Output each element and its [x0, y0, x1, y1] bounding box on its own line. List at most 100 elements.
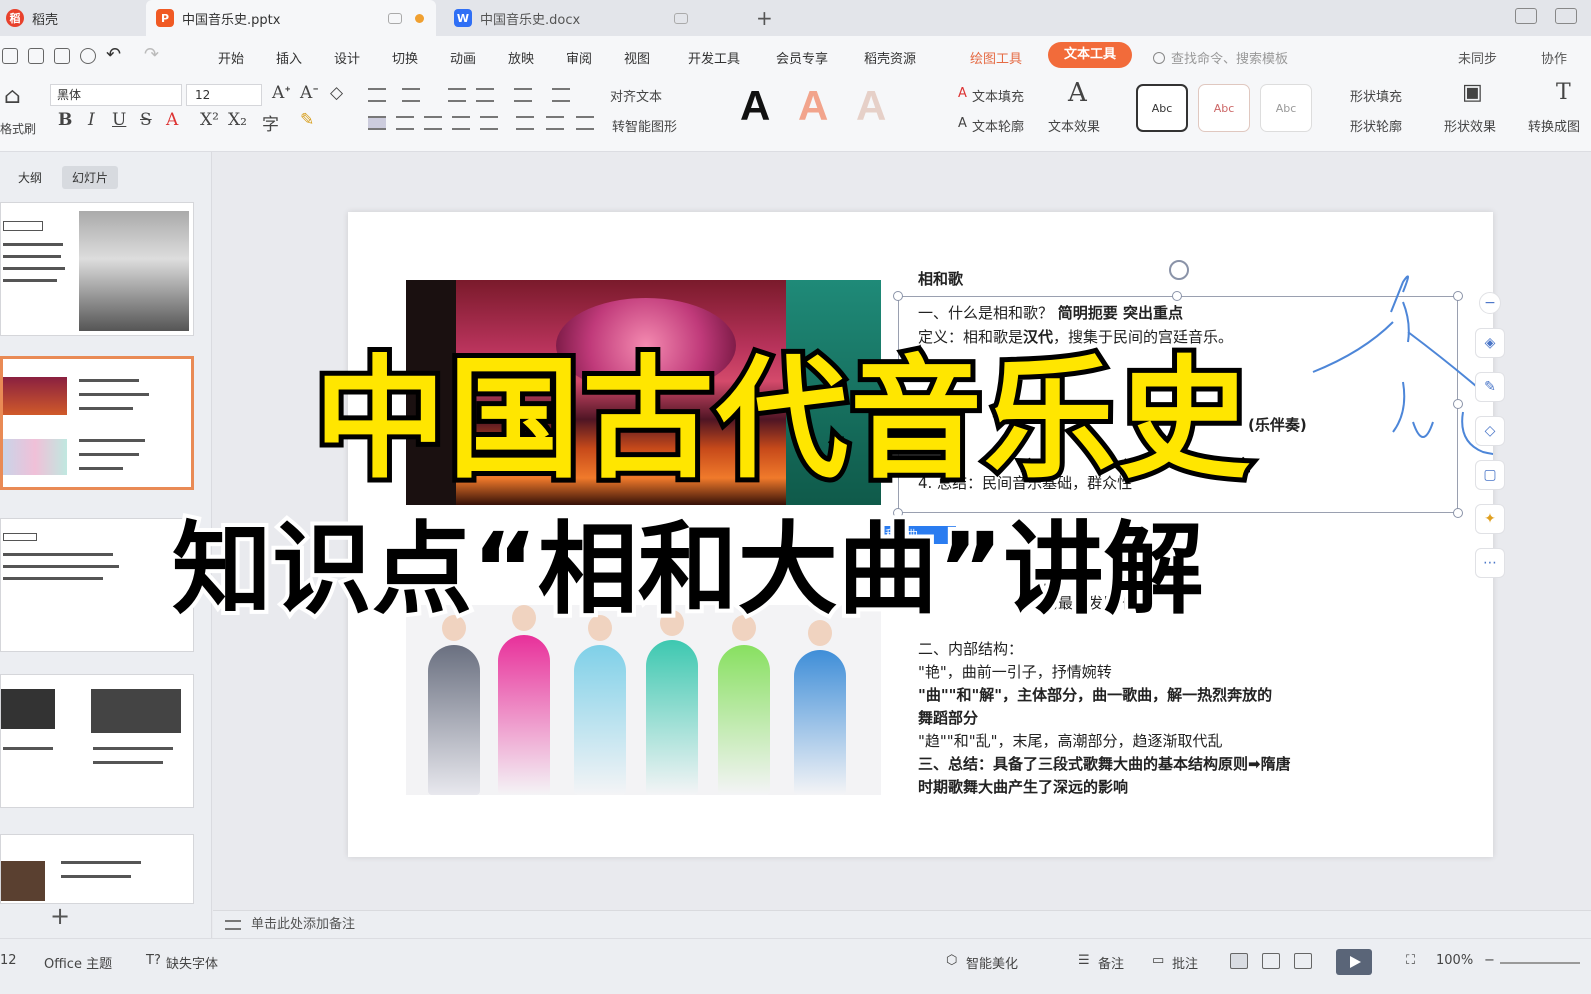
- reading-view-icon[interactable]: [1294, 953, 1312, 969]
- format-painter-button[interactable]: 格式刷: [0, 120, 36, 137]
- menu-design[interactable]: 设计: [334, 48, 360, 67]
- rotate-handle-icon[interactable]: [1169, 260, 1189, 280]
- pen-icon[interactable]: ✎: [1475, 372, 1505, 402]
- missing-font-button[interactable]: 缺失字体: [166, 953, 218, 972]
- italic-icon[interactable]: I: [88, 110, 95, 130]
- menu-slideshow[interactable]: 放映: [508, 48, 534, 67]
- convert-image-button[interactable]: 转换成图: [1528, 116, 1580, 135]
- copy-icon[interactable]: ▢: [1475, 460, 1505, 490]
- text-style-preset-2[interactable]: A: [798, 82, 828, 130]
- menu-daoke-resources[interactable]: 稻壳资源: [864, 48, 916, 67]
- menu-member[interactable]: 会员专享: [776, 48, 828, 67]
- comment-icon[interactable]: [674, 12, 688, 24]
- resize-handle[interactable]: [893, 291, 903, 301]
- slide-sorter-icon[interactable]: [1262, 953, 1280, 969]
- menu-transition[interactable]: 切换: [392, 48, 418, 67]
- add-slide-button[interactable]: +: [50, 902, 70, 930]
- subscript-icon[interactable]: X₂: [228, 110, 247, 130]
- format-painter-icon[interactable]: ⌂: [4, 84, 21, 109]
- superscript-icon[interactable]: X²: [200, 110, 219, 130]
- slide-thumbnail-selected[interactable]: [0, 356, 194, 490]
- menu-start[interactable]: 开始: [218, 48, 244, 67]
- font-shrink-icon[interactable]: Aᐨ: [300, 83, 319, 103]
- shape-fill-button[interactable]: 形状填充: [1350, 86, 1402, 105]
- menu-developer[interactable]: 开发工具: [688, 48, 740, 67]
- slide-thumbnail[interactable]: [0, 834, 194, 904]
- tab-slides[interactable]: 幻灯片: [62, 166, 119, 189]
- theme-name[interactable]: Office 主题: [44, 953, 112, 972]
- slide-thumbnail[interactable]: [0, 674, 194, 808]
- comment-icon[interactable]: [388, 12, 402, 24]
- strikethrough-icon[interactable]: S: [140, 110, 152, 130]
- menu-drawing-tools[interactable]: 绘图工具: [970, 48, 1022, 67]
- text-style-preset-1[interactable]: A: [740, 82, 770, 130]
- align-left-icon[interactable]: [368, 116, 386, 130]
- distribute-icon[interactable]: [480, 116, 498, 130]
- zoom-out-icon[interactable]: −: [1484, 953, 1495, 968]
- text-style-preset-3[interactable]: A: [856, 82, 886, 130]
- command-search[interactable]: 查找命令、搜索模板: [1153, 48, 1288, 67]
- column-icon[interactable]: [516, 116, 534, 130]
- tab-docx-document[interactable]: W 中国音乐史.docx: [444, 0, 722, 36]
- unsaved-dot-icon[interactable]: [415, 13, 424, 23]
- eraser-icon[interactable]: ◇: [1475, 416, 1505, 446]
- undo-icon[interactable]: ↶: [106, 44, 121, 65]
- grid-apps-icon[interactable]: [1555, 8, 1577, 24]
- align-text-button[interactable]: 对齐文本: [610, 86, 662, 105]
- collaborate-button[interactable]: 协作: [1541, 48, 1567, 67]
- bullet-list-icon[interactable]: [368, 88, 386, 102]
- paragraph-spacing-icon[interactable]: [546, 116, 564, 130]
- text-fill-button[interactable]: 文本填充: [972, 86, 1024, 105]
- more-icon[interactable]: ⋯: [1475, 548, 1505, 578]
- tab-home[interactable]: 稻 稻壳: [0, 0, 140, 36]
- menu-text-tools[interactable]: 文本工具: [1048, 42, 1133, 68]
- fit-window-icon[interactable]: ⛶: [1406, 953, 1415, 968]
- underline-icon[interactable]: U: [112, 110, 126, 130]
- font-grow-icon[interactable]: Aᐩ: [272, 83, 291, 103]
- highlight-icon[interactable]: ✎: [300, 110, 314, 130]
- export-icon[interactable]: [28, 48, 44, 64]
- sync-status[interactable]: 未同步: [1458, 48, 1497, 67]
- shape-style-preset-2[interactable]: Abc: [1198, 84, 1250, 132]
- paragraph-icon[interactable]: [576, 116, 594, 130]
- shape-effect-button[interactable]: 形状效果: [1444, 116, 1496, 135]
- print-icon[interactable]: [54, 48, 70, 64]
- menu-insert[interactable]: 插入: [276, 48, 302, 67]
- dancers-image[interactable]: [406, 605, 881, 795]
- align-center-icon[interactable]: [396, 116, 414, 130]
- lightbulb-icon[interactable]: ✦: [1475, 504, 1505, 534]
- collapse-icon[interactable]: −: [1479, 292, 1501, 314]
- tab-pptx-document[interactable]: P 中国音乐史.pptx: [146, 0, 436, 36]
- print-preview-icon[interactable]: [80, 48, 96, 64]
- smart-graphic-button[interactable]: 转智能图形: [612, 116, 677, 135]
- justify-icon[interactable]: [452, 116, 470, 130]
- comments-button[interactable]: 批注: [1172, 953, 1198, 972]
- shape-outline-button[interactable]: 形状轮廓: [1350, 116, 1402, 135]
- smart-beautify-button[interactable]: 智能美化: [966, 953, 1018, 972]
- font-name-select[interactable]: 黑体: [50, 84, 182, 106]
- menu-view[interactable]: 视图: [624, 48, 650, 67]
- menu-animation[interactable]: 动画: [450, 48, 476, 67]
- text-effect-button[interactable]: 文本效果: [1048, 116, 1100, 135]
- play-slideshow-button[interactable]: [1336, 949, 1372, 975]
- resize-handle[interactable]: [1453, 508, 1463, 518]
- zoom-slider[interactable]: [1500, 962, 1580, 964]
- slide-thumbnail[interactable]: [0, 518, 194, 652]
- bold-icon[interactable]: B: [58, 110, 72, 130]
- tab-layout-icon[interactable]: [1515, 8, 1537, 24]
- notes-bar[interactable]: 单击此处添加备注: [213, 910, 1591, 938]
- resize-handle[interactable]: [1172, 291, 1182, 301]
- new-tab-button[interactable]: +: [756, 6, 773, 30]
- line-spacing-icon[interactable]: [552, 88, 570, 102]
- numbered-list-icon[interactable]: [402, 88, 420, 102]
- redo-icon[interactable]: ↷: [144, 44, 159, 65]
- slide-thumbnail[interactable]: [0, 202, 194, 336]
- zoom-level[interactable]: 100%: [1436, 953, 1473, 968]
- text-outline-button[interactable]: 文本轮廓: [972, 116, 1024, 135]
- normal-view-icon[interactable]: [1230, 953, 1248, 969]
- notes-toggle-button[interactable]: 备注: [1098, 953, 1124, 972]
- save-icon[interactable]: [2, 48, 18, 64]
- font-size-select[interactable]: 12: [186, 84, 262, 106]
- menu-review[interactable]: 审阅: [566, 48, 592, 67]
- phonetic-icon[interactable]: 字: [262, 110, 279, 135]
